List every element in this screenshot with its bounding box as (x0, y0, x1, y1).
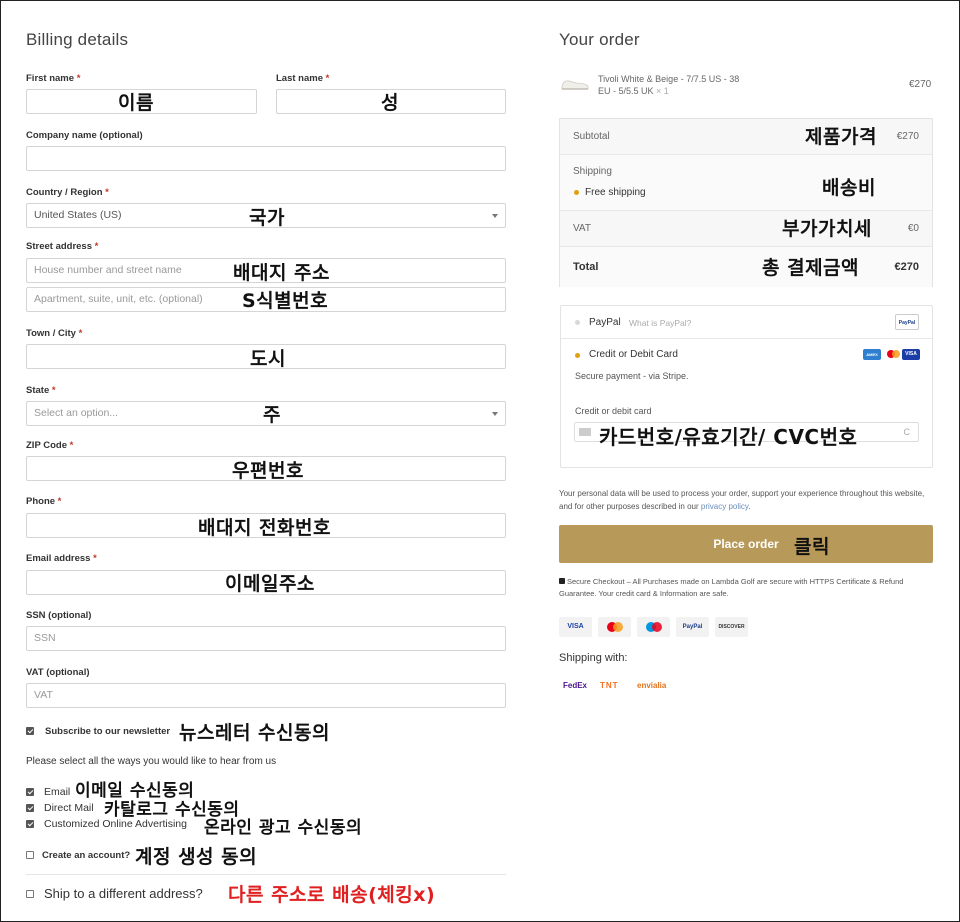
street-annotation: 배대지 주소 (233, 262, 331, 284)
vat-input[interactable]: VAT (26, 683, 506, 708)
paypal-badge-icon: PayPal (676, 617, 709, 637)
country-label: Country / Region * (26, 187, 109, 198)
newsletter-checkbox[interactable] (26, 727, 34, 735)
first-name-annotation: 이름 (118, 92, 154, 114)
shipping-with-label: Shipping with: (559, 652, 628, 664)
hear-from-us-text: Please select all the ways you would lik… (26, 756, 277, 767)
online-ads-checkbox[interactable] (26, 820, 34, 828)
apartment-annotation: S식별번호 (242, 290, 329, 312)
radio-unselected-icon[interactable] (575, 320, 580, 325)
country-annotation: 국가 (249, 207, 285, 229)
visa-icon: VISA (902, 349, 920, 360)
what-is-paypal-link[interactable]: What is PayPal? (629, 318, 691, 328)
radio-selected-icon[interactable] (574, 190, 579, 195)
product-variant: EU - 5/5.5 UK × 1 (598, 86, 669, 96)
first-name-label: First name * (26, 73, 81, 84)
ssn-input[interactable]: SSN (26, 626, 506, 651)
card-note: Secure payment - via Stripe. (575, 371, 689, 381)
phone-label: Phone * (26, 496, 62, 507)
email-annotation: 이메일주소 (225, 573, 315, 595)
card-option-label[interactable]: Credit or Debit Card (589, 349, 678, 360)
vat-row: VAT €0 (560, 211, 932, 247)
online-ads-annotation: 온라인 광고 수신동의 (204, 818, 363, 838)
company-input[interactable] (26, 146, 506, 171)
total-annotation: 총 결제금액 (762, 257, 860, 279)
create-account-annotation: 계정 생성 동의 (135, 846, 258, 868)
country-value: United States (US) (34, 209, 122, 221)
privacy-policy-link[interactable]: privacy policy (701, 502, 748, 511)
total-row: Total €270 (560, 247, 932, 287)
discover-badge-icon: DISCOVER (715, 617, 748, 637)
mastercard-icon (884, 349, 902, 360)
fedex-logo-icon: FedEx (563, 681, 588, 690)
product-name: Tivoli White & Beige - 7/7.5 US - 38 (598, 74, 740, 84)
email-label: Email address * (26, 553, 97, 564)
place-order-button[interactable]: Place order (559, 525, 933, 563)
tnt-logo-icon: TNT (600, 681, 619, 690)
ssn-label: SSN (optional) (26, 610, 92, 621)
product-thumbnail (561, 80, 589, 90)
visa-badge-icon: VISA (559, 617, 592, 637)
last-name-label: Last name * (276, 73, 330, 84)
state-annotation: 주 (263, 404, 281, 426)
billing-heading: Billing details (26, 30, 129, 49)
product-price: €270 (909, 79, 932, 90)
city-annotation: 도시 (250, 348, 286, 370)
ship-different-label: Ship to a different address? (44, 886, 203, 901)
subtotal-annotation: 제품가격 (805, 126, 877, 148)
radio-selected-icon[interactable] (575, 353, 580, 358)
zip-label: ZIP Code * (26, 440, 74, 451)
place-order-annotation: 클릭 (794, 536, 830, 558)
last-name-annotation: 성 (381, 92, 399, 114)
zip-annotation: 우편번호 (232, 460, 304, 482)
create-account-checkbox[interactable] (26, 851, 34, 859)
amex-icon: AMEX (863, 349, 881, 360)
ship-different-annotation: 다른 주소로 배송(체킹x) (228, 884, 436, 906)
ship-different-checkbox[interactable] (26, 890, 34, 898)
order-heading: Your order (559, 30, 640, 49)
maestro-badge-icon (637, 617, 670, 637)
chevron-down-icon (492, 214, 498, 218)
mastercard-badge-icon (598, 617, 631, 637)
vat-annotation: 부가가치세 (782, 218, 872, 240)
phone-annotation: 배대지 전화번호 (198, 517, 331, 539)
create-account-label: Create an account? (42, 850, 131, 861)
vat-label: VAT (optional) (26, 667, 90, 678)
newsletter-annotation: 뉴스레터 수신동의 (179, 722, 330, 744)
lock-icon (559, 578, 565, 584)
paypal-option[interactable]: PayPal What is PayPal? PayPal (561, 306, 932, 339)
email-opt-label: Email (44, 786, 71, 798)
card-annotation: 카드번호/유효기간/ CVC번호 (599, 425, 858, 449)
shipping-annotation: 배송비 (822, 177, 876, 199)
card-icon (579, 428, 591, 436)
privacy-text: Your personal data will be used to proce… (559, 489, 925, 511)
street-label: Street address * (26, 241, 99, 252)
email-opt-checkbox[interactable] (26, 788, 34, 796)
city-label: Town / City * (26, 328, 83, 339)
online-ads-label: Customized Online Advertising (44, 818, 187, 830)
direct-mail-label: Direct Mail (44, 802, 94, 814)
direct-mail-checkbox[interactable] (26, 804, 34, 812)
secure-checkout-text: Secure Checkout – All Purchases made on … (559, 577, 904, 598)
chevron-down-icon (492, 412, 498, 416)
shipping-row: Shipping Free shipping (560, 155, 932, 211)
company-label: Company name (optional) (26, 130, 143, 141)
card-field-label: Credit or debit card (575, 406, 652, 416)
paypal-badge-icon: PayPal (895, 314, 919, 330)
divider (26, 874, 506, 875)
newsletter-label: Subscribe to our newsletter (45, 726, 171, 737)
envialia-logo-icon: envialia (637, 681, 667, 690)
state-label: State * (26, 385, 56, 396)
